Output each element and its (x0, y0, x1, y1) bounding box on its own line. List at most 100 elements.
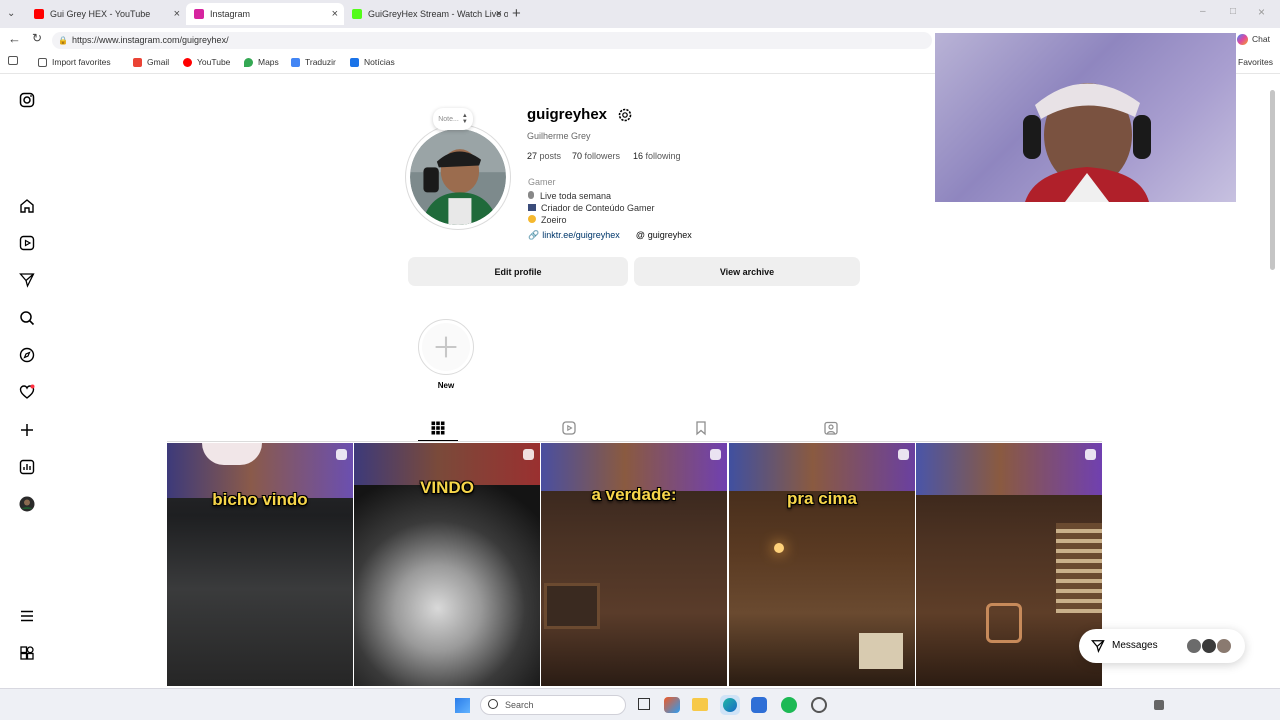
creator-face (916, 443, 1102, 495)
app-icon[interactable] (811, 697, 827, 713)
instagram-logo-icon[interactable] (18, 91, 36, 109)
fav-import-label: Import favorites (52, 57, 111, 67)
fav-maps[interactable]: Maps (244, 57, 279, 67)
profile-tabs-divider (167, 441, 1102, 442)
copilot-icon[interactable] (1237, 34, 1248, 45)
post-thumbnail[interactable]: pra cima (729, 443, 915, 686)
reel-badge-icon (898, 449, 909, 460)
saved-bookmark-icon[interactable] (693, 420, 709, 436)
file-explorer-icon[interactable] (692, 698, 708, 711)
task-view-icon[interactable] (638, 698, 650, 710)
fav-import[interactable]: Import favorites (38, 57, 111, 67)
page-scrollbar[interactable] (1270, 90, 1275, 270)
edge-icon[interactable] (720, 695, 740, 715)
reel-badge-icon (710, 449, 721, 460)
edit-profile-button[interactable]: Edit profile (408, 257, 628, 286)
tagged-icon[interactable] (823, 420, 839, 436)
fav-youtube[interactable]: YouTube (183, 57, 230, 67)
message-avatar (1216, 638, 1232, 654)
fav-youtube-label: YouTube (197, 57, 231, 67)
dashboard-icon[interactable] (18, 458, 36, 476)
close-tab-icon[interactable]: × (174, 8, 180, 20)
fav-traduzir[interactable]: Traduzir (291, 57, 336, 67)
direct-messages-icon (1091, 640, 1105, 653)
maximize-icon[interactable]: □ (1230, 6, 1236, 17)
taskbar-search[interactable]: Search (480, 695, 626, 715)
kick-icon (352, 9, 362, 19)
followers-count[interactable]: 70 followers (572, 151, 620, 161)
gmail-icon (133, 57, 142, 67)
also-from-meta-icon[interactable] (18, 644, 36, 662)
bio-line-text: Criador de Conteúdo Gamer (541, 203, 655, 213)
messages-label: Messages (1112, 640, 1158, 651)
profile-picture[interactable] (405, 124, 511, 230)
folder-icon (38, 57, 47, 67)
full-name: Guilherme Grey (527, 131, 591, 141)
fav-noticias[interactable]: Notícias (350, 57, 395, 67)
browser-tab-bar: ⌄ Gui Grey HEX - YouTube × Instagram × G… (0, 0, 1280, 28)
back-icon[interactable]: ← (8, 31, 21, 46)
post-thumbnail[interactable]: a verdade: (541, 443, 727, 686)
post-thumbnail[interactable]: VINDO (354, 443, 540, 686)
create-plus-icon[interactable] (18, 421, 36, 439)
close-tab-icon[interactable]: × (332, 8, 338, 20)
post-thumbnail[interactable]: bicho vindo (167, 443, 353, 686)
messages-button[interactable]: Messages (1079, 629, 1245, 663)
widgets-icon[interactable] (664, 697, 680, 713)
post-thumbnail[interactable] (916, 443, 1102, 686)
new-tab-button[interactable]: + (512, 5, 521, 22)
message-avatar (1186, 638, 1202, 654)
minimize-icon[interactable]: – (1200, 6, 1206, 17)
tab-youtube[interactable]: Gui Grey HEX - YouTube × (26, 3, 186, 25)
bio-link[interactable]: 🔗 linktr.ee/guigreyhex (528, 230, 620, 241)
maps-icon (244, 57, 253, 67)
home-icon[interactable] (18, 197, 36, 215)
tab-kick[interactable]: GuiGreyHex Stream - Watch Live o × (344, 3, 508, 25)
post-caption: bicho vindo (212, 490, 308, 509)
menu-icon[interactable] (18, 607, 36, 625)
edit-profile-label: Edit profile (494, 266, 542, 277)
search-icon[interactable] (18, 309, 36, 327)
profile-avatar-icon[interactable] (18, 495, 36, 513)
view-archive-button[interactable]: View archive (634, 257, 860, 286)
explore-icon[interactable] (18, 346, 36, 364)
posts-grid-icon[interactable] (430, 420, 446, 436)
following-label: following (645, 151, 681, 161)
plus-icon (435, 336, 457, 358)
notifications-heart-icon[interactable] (18, 383, 36, 401)
new-highlight-button[interactable] (418, 319, 474, 375)
reel-badge-icon (336, 449, 347, 460)
youtube-icon (34, 9, 44, 19)
spotify-icon[interactable] (781, 697, 797, 713)
direct-messages-icon[interactable] (18, 271, 36, 289)
tab-list-chevron-icon[interactable]: ⌄ (7, 8, 15, 19)
reading-list-icon[interactable] (8, 56, 18, 65)
new-highlight-inner (422, 323, 470, 371)
close-window-icon[interactable]: × (1258, 5, 1265, 19)
close-tab-icon[interactable]: × (496, 8, 502, 20)
windows-taskbar: Search (0, 688, 1280, 720)
url-field[interactable]: 🔒 https://www.instagram.com/guigreyhex/ (52, 32, 932, 49)
threads-link[interactable]: @ guigreyhex (636, 230, 692, 240)
following-count[interactable]: 16 following (633, 151, 681, 161)
clapper-icon (528, 204, 536, 211)
bio-link-text: linktr.ee/guigreyhex (542, 230, 620, 240)
refresh-icon[interactable]: ↻ (32, 31, 42, 45)
note-bubble[interactable]: Note... ▲ ▼ (433, 108, 473, 130)
favorites-folder[interactable]: Favorites (1238, 57, 1273, 67)
bookshelf (1056, 523, 1102, 613)
settings-gear-icon[interactable] (617, 107, 633, 123)
news-icon (350, 57, 359, 67)
bio-line: Live toda semana (528, 191, 611, 201)
reels-tab-icon[interactable] (561, 420, 577, 436)
lock-icon: 🔒 (58, 36, 68, 45)
mail-icon[interactable] (751, 697, 767, 713)
fav-gmail[interactable]: Gmail (133, 57, 169, 67)
tray-icon[interactable] (1154, 700, 1164, 710)
picture-frame (544, 583, 600, 629)
chair (986, 603, 1022, 643)
chat-button[interactable]: Chat (1252, 34, 1270, 44)
windows-start-icon[interactable] (455, 698, 470, 713)
tab-instagram[interactable]: Instagram × (186, 3, 344, 25)
reels-icon[interactable] (18, 234, 36, 252)
